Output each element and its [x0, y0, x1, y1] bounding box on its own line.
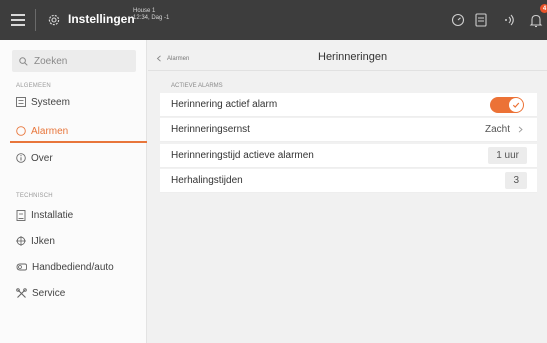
settings-icon [47, 13, 61, 27]
topbar-divider [35, 9, 36, 31]
sidebar-item-systeem[interactable]: Systeem [16, 93, 70, 111]
group-label: ACTIEVE ALARMS [171, 83, 223, 89]
alarm-icon [16, 126, 26, 136]
reminder-time-input[interactable]: 1 uur [488, 147, 527, 164]
chevron-left-icon [156, 55, 161, 62]
section-label-technical: TECHNISCH [16, 193, 53, 199]
sidebar-item-service[interactable]: Service [16, 284, 65, 302]
check-icon [512, 102, 520, 108]
app-title: Instellingen [68, 12, 135, 26]
sidebar-item-alarmen[interactable]: Alarmen [16, 122, 68, 140]
sidebar-item-label: Service [32, 287, 66, 299]
search-icon [19, 56, 28, 66]
house-name: House 1 [133, 8, 156, 14]
repeat-times-input[interactable]: 3 [505, 172, 527, 189]
search-input[interactable]: Zoeken [12, 50, 136, 72]
bell-icon[interactable] [529, 12, 545, 28]
sidebar-item-handbediend-auto[interactable]: Handbediend/auto [16, 258, 114, 276]
setting-label: Herhalingstijden [171, 175, 243, 186]
severity-value: Zacht [485, 124, 523, 135]
info-icon [16, 153, 26, 163]
notification-badge: 4 [540, 4, 547, 13]
setting-row-severity[interactable]: Herinneringsernst Zacht [160, 118, 537, 142]
sidebar-item-label: Systeem [31, 96, 70, 108]
setting-row-repeat-times: Herhalingstijden 3 [160, 169, 537, 193]
setting-label: Herinnering actief alarm [171, 99, 278, 110]
gauge-icon[interactable] [451, 12, 467, 28]
active-indicator [10, 141, 147, 143]
toggle-knob [509, 98, 523, 112]
setting-value: Zacht [484, 124, 510, 135]
breadcrumb-label: Alarmen [167, 55, 190, 62]
sidebar-item-label: Installatie [31, 209, 74, 221]
service-icon [16, 287, 27, 298]
sidebar-item-over[interactable]: Over [16, 149, 53, 167]
page-title: Herinneringen [318, 51, 388, 63]
top-bar: Instellingen House 1 12:34, Dag -1 4 [0, 0, 547, 40]
house-info: House 1 12:34, Dag -1 [133, 8, 169, 22]
sidebar-item-label: IJken [31, 235, 55, 247]
search-placeholder: Zoeken [34, 55, 68, 67]
sidebar: Zoeken ALGEMEEN Systeem Alarmen Over TEC… [0, 40, 147, 343]
setting-label: Herinneringsernst [171, 124, 250, 135]
reminder-toggle[interactable] [490, 97, 524, 113]
sidebar-item-ijken[interactable]: IJken [16, 232, 55, 250]
chevron-right-icon [518, 126, 523, 133]
setting-row-reminder-time: Herinneringstijd actieve alarmen 1 uur [160, 144, 537, 168]
installation-icon [16, 209, 26, 221]
ventilation-unit-icon[interactable] [475, 12, 491, 28]
house-time: 12:34, Dag -1 [133, 15, 170, 22]
setting-row-reminder-active: Herinnering actief alarm [160, 93, 537, 117]
setting-label: Herinneringstijd actieve alarmen [171, 150, 314, 161]
calibrate-icon [16, 236, 26, 246]
signal-icon[interactable] [501, 12, 517, 28]
header-divider [148, 70, 547, 71]
sidebar-item-label: Alarmen [31, 125, 69, 137]
system-icon [16, 97, 26, 107]
sidebar-item-installatie[interactable]: Installatie [16, 206, 73, 224]
sidebar-item-label: Over [31, 152, 53, 164]
menu-icon[interactable] [11, 12, 25, 28]
manual-auto-icon [16, 263, 27, 271]
breadcrumb[interactable]: Alarmen [156, 55, 189, 62]
section-label-general: ALGEMEEN [16, 83, 51, 89]
sidebar-item-label: Handbediend/auto [32, 261, 114, 273]
